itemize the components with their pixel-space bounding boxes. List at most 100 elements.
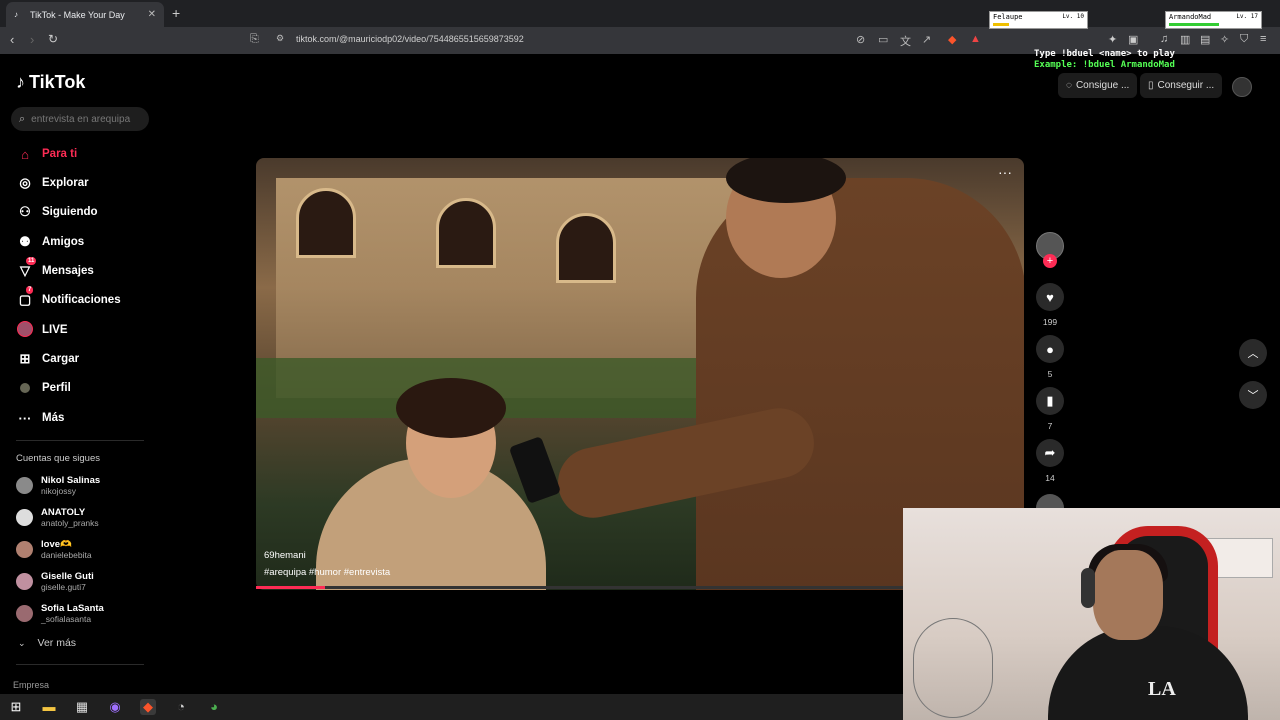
webcam-person bbox=[1048, 626, 1248, 720]
sidebar-item-label: Cargar bbox=[42, 353, 80, 365]
leo-icon[interactable]: ✧ bbox=[1220, 33, 1229, 46]
sidebar-divider bbox=[16, 440, 144, 441]
following-section-title: Cuentas que sigues bbox=[16, 453, 100, 464]
wallet2-icon[interactable]: ▤ bbox=[1200, 33, 1210, 46]
search-icon: ⌕ bbox=[19, 112, 26, 125]
close-tab-icon[interactable]: ✕ bbox=[148, 9, 156, 20]
wallet-icon[interactable]: ▣ bbox=[1128, 33, 1138, 46]
webcam-shirt-logo: LA bbox=[1148, 678, 1176, 700]
tiktok-logo[interactable]: ♪ TikTok bbox=[16, 72, 85, 93]
next-video-button[interactable]: ﹀ bbox=[1239, 381, 1267, 409]
sidebar-item-label: Explorar bbox=[42, 177, 89, 189]
site-info-icon[interactable]: ⚙ bbox=[276, 33, 284, 44]
bookmark-icon[interactable]: ⎘ bbox=[250, 33, 259, 46]
browser-tabbar: ♪ TikTok - Make Your Day ✕ + bbox=[0, 0, 1280, 27]
avatar bbox=[16, 508, 33, 526]
sidebar-item-cargar[interactable]: ⊞ Cargar bbox=[16, 349, 80, 369]
following-account[interactable]: love🫶 danielebebita bbox=[16, 536, 92, 562]
follow-plus-icon[interactable]: + bbox=[1043, 254, 1057, 268]
forward-icon[interactable]: › bbox=[30, 32, 34, 47]
sidebar-item-mensajes[interactable]: ▽ 11 Mensajes bbox=[16, 257, 94, 281]
url-text: tiktok.com/@mauriciodp02/video/754486551… bbox=[296, 34, 524, 44]
store-icon[interactable]: ▦ bbox=[74, 699, 90, 715]
share-action[interactable]: ➦ 14 bbox=[1036, 439, 1064, 483]
see-more-button[interactable]: ⌄ Ver más bbox=[18, 637, 76, 649]
sidebar-item-label: Amigos bbox=[42, 236, 85, 248]
translate-icon[interactable]: 文 bbox=[900, 33, 911, 49]
bookmark-icon[interactable]: ▮ bbox=[1036, 387, 1064, 415]
following-account[interactable]: Giselle Guti giselle.guti7 bbox=[16, 568, 94, 594]
more-icon: ··· bbox=[18, 410, 32, 426]
comment-icon[interactable]: ● bbox=[1036, 335, 1064, 363]
browser-tab[interactable]: ♪ TikTok - Make Your Day ✕ bbox=[6, 2, 164, 27]
reload-icon[interactable]: ↻ bbox=[48, 32, 58, 46]
search-input[interactable]: ⌕ entrevista en arequipa bbox=[11, 107, 149, 131]
like-action[interactable]: ♥ 199 bbox=[1036, 283, 1064, 327]
avatar bbox=[16, 604, 33, 622]
brave-browser-icon[interactable]: ◆ bbox=[140, 699, 156, 715]
search-placeholder: entrevista en arequipa bbox=[31, 113, 131, 125]
sidebar-item-para-ti[interactable]: ⌂ Para ti bbox=[16, 144, 77, 164]
player1-hud: Felaupe Lv. 10 bbox=[989, 11, 1088, 29]
cast-icon[interactable]: ▭ bbox=[878, 33, 888, 46]
share-icon[interactable]: ↗ bbox=[922, 33, 931, 46]
previous-video-button[interactable]: ︿ bbox=[1239, 339, 1267, 367]
sidebar-item-label: Notificaciones bbox=[42, 294, 121, 306]
get-app-button[interactable]: ▯ Conseguir ... bbox=[1140, 73, 1223, 98]
footer-link-empresa[interactable]: Empresa bbox=[13, 680, 49, 690]
sidebar-item-notificaciones[interactable]: ▢ 7 Notificaciones bbox=[16, 286, 121, 310]
media-icon[interactable]: ⊘ bbox=[856, 33, 865, 46]
get-app-label: Conseguir ... bbox=[1157, 80, 1215, 91]
back-icon[interactable]: ‹ bbox=[10, 32, 14, 47]
sidebar-item-live[interactable]: LIVE bbox=[16, 320, 68, 340]
sidebar-item-label: Más bbox=[42, 412, 65, 424]
video-author[interactable]: 69hemani bbox=[264, 550, 306, 561]
menu-icon[interactable]: ≡ bbox=[1260, 33, 1266, 45]
vpn-icon[interactable]: ⛉ bbox=[1240, 33, 1248, 46]
heart-icon[interactable]: ♥ bbox=[1036, 283, 1064, 311]
sidebar-item-siguiendo[interactable]: ⚇ Siguiendo bbox=[16, 202, 98, 222]
more-options-icon[interactable]: ··· bbox=[998, 164, 1012, 180]
following-icon: ⚇ bbox=[19, 204, 31, 219]
obs-icon[interactable]: ◔ bbox=[173, 699, 189, 715]
save-action[interactable]: ▮ 7 bbox=[1036, 387, 1064, 431]
sidebar-item-mas[interactable]: ··· Más bbox=[16, 408, 65, 428]
like-count: 199 bbox=[1042, 317, 1058, 327]
account-name: Nikol Salinas bbox=[41, 474, 101, 486]
video-frame-window bbox=[436, 198, 496, 268]
account-name: love🫶 bbox=[41, 538, 72, 550]
player2-hp-bar bbox=[1169, 23, 1219, 26]
app-icon[interactable]: ◉ bbox=[107, 699, 123, 715]
brave-shield-icon[interactable]: ◆ bbox=[948, 33, 956, 46]
rewards-icon[interactable]: ▲ bbox=[970, 33, 981, 45]
account-handle: giselle.guti7 bbox=[41, 581, 86, 592]
video-frame-window bbox=[556, 213, 616, 283]
chevron-down-icon: ⌄ bbox=[18, 637, 26, 648]
player1-level: Lv. 10 bbox=[1062, 13, 1084, 20]
following-account[interactable]: Sofia LaSanta _sofialasanta bbox=[16, 600, 104, 626]
sidebar-item-explorar[interactable]: ◎ Explorar bbox=[16, 173, 89, 193]
following-account[interactable]: ANATOLY anatoly_pranks bbox=[16, 504, 99, 530]
get-coins-button[interactable]: ◌ Consigue ... bbox=[1058, 73, 1138, 98]
new-tab-button[interactable]: + bbox=[172, 5, 180, 21]
file-explorer-icon[interactable]: ▬ bbox=[41, 699, 57, 715]
share-arrow-icon[interactable]: ➦ bbox=[1036, 439, 1064, 467]
sidebar-item-label: Siguiendo bbox=[42, 206, 98, 218]
music-icon[interactable]: ♫ bbox=[1160, 33, 1168, 45]
sidebar-icon[interactable]: ▥ bbox=[1180, 33, 1190, 46]
start-menu-icon[interactable]: ⊞ bbox=[8, 699, 24, 715]
comment-action[interactable]: ● 5 bbox=[1036, 335, 1064, 379]
extensions-icon[interactable]: ✦ bbox=[1108, 33, 1117, 46]
sidebar-item-perfil[interactable]: Perfil bbox=[16, 378, 71, 398]
next-creator-avatar[interactable] bbox=[1036, 494, 1064, 508]
video-hashtags[interactable]: #arequipa #humor #entrevista bbox=[264, 567, 390, 578]
user-avatar[interactable] bbox=[1232, 77, 1252, 97]
avatar bbox=[16, 476, 33, 494]
save-count: 7 bbox=[1047, 421, 1053, 431]
address-bar[interactable]: ⎘ ⚙ tiktok.com/@mauriciodp02/video/75448… bbox=[244, 30, 992, 51]
player2-level: Lv. 17 bbox=[1236, 13, 1258, 20]
account-name: Giselle Guti bbox=[41, 570, 94, 582]
chrome-icon[interactable]: ◕ bbox=[206, 699, 222, 715]
following-account[interactable]: Nikol Salinas nikojossy bbox=[16, 472, 100, 498]
sidebar-item-amigos[interactable]: ⚉ Amigos bbox=[16, 232, 84, 252]
